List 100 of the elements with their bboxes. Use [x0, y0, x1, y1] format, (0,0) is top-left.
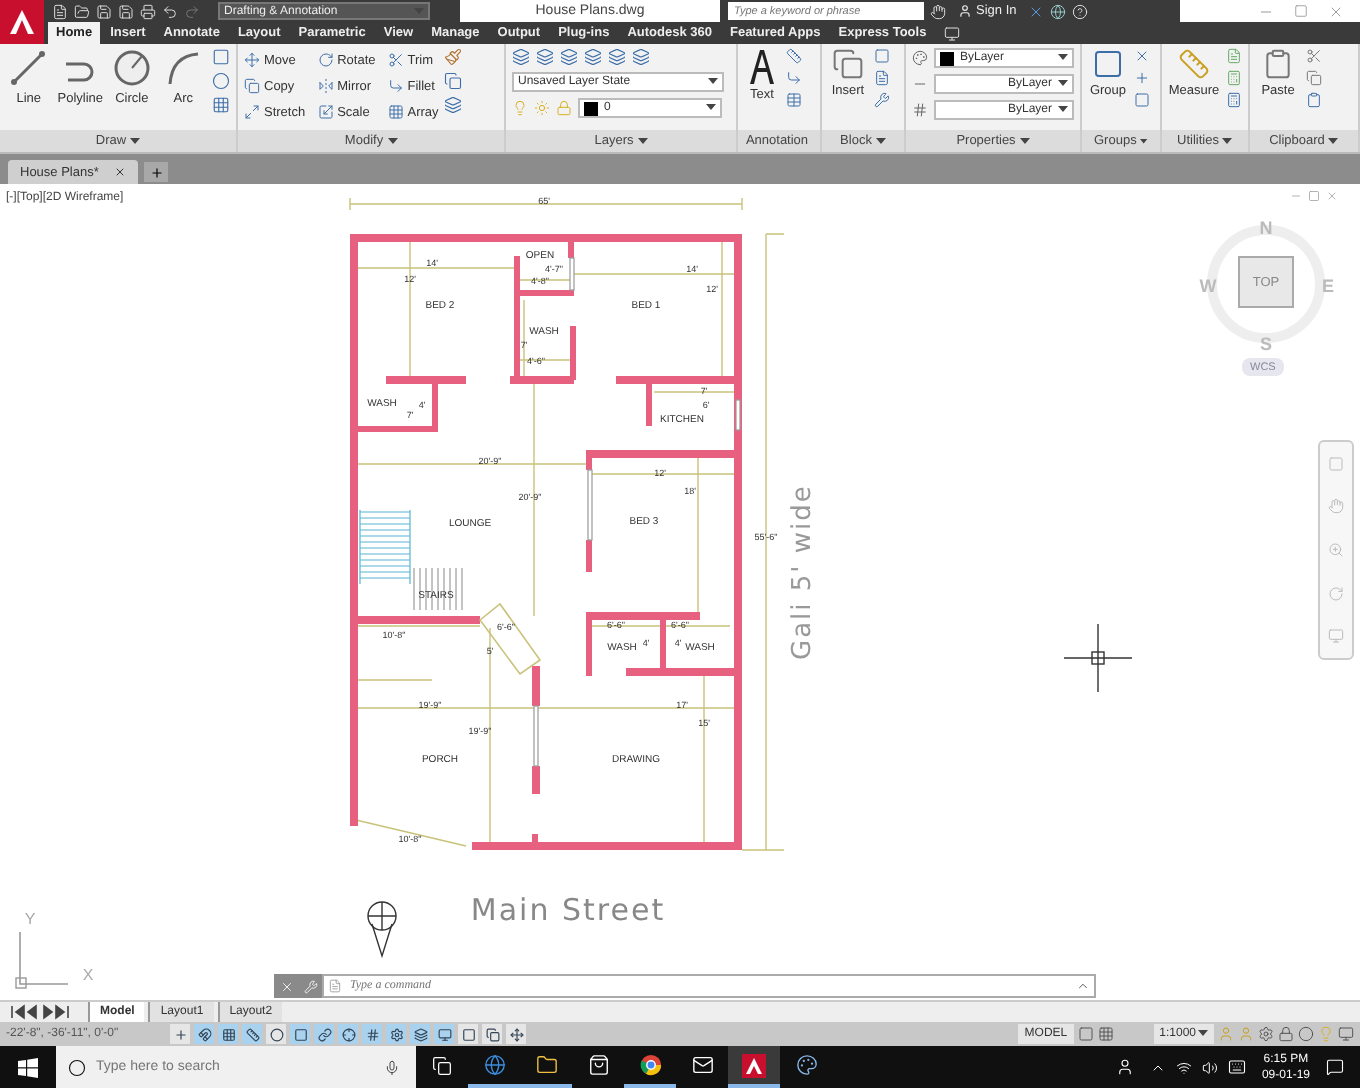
- zoom-icon: [1328, 541, 1344, 558]
- color-swatch: [940, 51, 954, 65]
- color-swatch: [584, 101, 598, 115]
- caret-icon: [1019, 137, 1030, 145]
- copy-icon: [444, 72, 463, 90]
- ring-browser-icon: [639, 1054, 661, 1076]
- axis-label: Y: [24, 910, 36, 928]
- caret-icon: [1328, 137, 1339, 145]
- user-icon: [958, 4, 972, 18]
- north-arrow-icon: [367, 901, 397, 959]
- layers-icon: [444, 96, 463, 114]
- ucs-axes-icon: [15, 931, 69, 989]
- rectangle-icon: [212, 48, 231, 66]
- plus-icon[interactable]: [170, 1024, 190, 1044]
- cut-icon: [1306, 48, 1322, 64]
- axis-label: X: [82, 966, 94, 984]
- people-icon: [1115, 1058, 1134, 1076]
- new-tab-button[interactable]: [144, 162, 169, 182]
- letter-a-icon: [748, 48, 776, 84]
- group-icon: [1092, 48, 1124, 80]
- brush-icon: [444, 48, 463, 66]
- search-circle-icon: [68, 1058, 86, 1076]
- orbit-icon: [1328, 585, 1344, 602]
- monitor-icon[interactable]: [434, 1024, 454, 1044]
- wrench-icon: [303, 979, 317, 993]
- bulb-icon: [512, 100, 528, 116]
- save-icon: [118, 3, 134, 19]
- caret-icon: [708, 78, 718, 86]
- save-icon: [96, 3, 112, 19]
- compass-label: E: [1322, 276, 1334, 296]
- lock-icon: [1278, 1026, 1294, 1042]
- magnet-icon[interactable]: [194, 1024, 214, 1044]
- move-icon[interactable]: [506, 1024, 526, 1044]
- caret-icon: [1058, 54, 1068, 62]
- network-icon: [1175, 1059, 1192, 1075]
- circle-icon[interactable]: [266, 1024, 286, 1044]
- stretch-icon: [244, 104, 260, 120]
- sun-icon: [534, 100, 550, 116]
- task-view-icon: [432, 1055, 452, 1075]
- hash-icon[interactable]: [362, 1024, 382, 1044]
- help-icon: [1072, 3, 1089, 19]
- cad-app-icon: [742, 1053, 766, 1077]
- bulb-icon: [1318, 1026, 1334, 1042]
- measure-icon: [1178, 48, 1210, 80]
- crosshair-icon[interactable]: [338, 1024, 358, 1044]
- caret-icon: [875, 137, 886, 145]
- gear-icon[interactable]: [386, 1024, 406, 1044]
- scissors-icon: [387, 52, 404, 68]
- dimension-icon: [786, 48, 802, 64]
- calculator-icon: [1226, 70, 1242, 86]
- mail-icon: [691, 1054, 713, 1076]
- compass-ring-icon: [1202, 220, 1330, 348]
- folder-icon: [535, 1054, 557, 1076]
- compass-label: N: [1259, 218, 1273, 238]
- square-icon[interactable]: [290, 1024, 310, 1044]
- arc-icon: [163, 48, 204, 88]
- grid-icon[interactable]: [218, 1024, 238, 1044]
- plus-icon: [149, 165, 164, 179]
- undo-icon: [162, 3, 178, 19]
- street-label: Main Street: [470, 892, 666, 928]
- printer-icon: [140, 3, 156, 19]
- grid-icon: [387, 104, 404, 120]
- rotate-icon: [317, 52, 334, 68]
- minimize-icon: [1290, 190, 1302, 202]
- calculator-icon: [1226, 92, 1242, 108]
- folder-icon: [74, 3, 90, 19]
- copy-icon: [1306, 70, 1322, 86]
- caret-icon: [130, 137, 141, 145]
- color-wheel-icon: [912, 50, 928, 66]
- table-icon: [786, 92, 802, 108]
- close-icon[interactable]: [114, 166, 127, 178]
- lock-icon: [556, 100, 572, 116]
- mirror-icon: [317, 78, 334, 94]
- notification-icon: [1326, 1058, 1344, 1076]
- ruler-icon[interactable]: [242, 1024, 262, 1044]
- shopping-bag-icon: [587, 1054, 609, 1076]
- layers-icon: [584, 48, 602, 66]
- layers-icon: [632, 48, 650, 66]
- new-file-icon: [52, 3, 68, 19]
- clipboard-icon: [1262, 48, 1294, 80]
- keyboard-icon: [1227, 1058, 1246, 1076]
- move-icon: [244, 52, 260, 68]
- compass-label: S: [1260, 334, 1272, 354]
- copy-icon[interactable]: [482, 1024, 502, 1044]
- speaker-icon: [1201, 1059, 1218, 1075]
- caret-icon: [1198, 1030, 1208, 1038]
- close-icon: [1326, 190, 1338, 202]
- caret-icon: [637, 137, 648, 145]
- caret-icon: [414, 7, 424, 15]
- scale-icon: [317, 104, 334, 120]
- layers-icon: [536, 48, 554, 66]
- layers-icon: [608, 48, 626, 66]
- line-icon: [8, 48, 49, 88]
- table-icon: [212, 96, 231, 114]
- link-icon[interactable]: [314, 1024, 334, 1044]
- layers-icon[interactable]: [410, 1024, 430, 1044]
- windows-logo-icon[interactable]: [18, 1057, 38, 1077]
- cad-app-button[interactable]: [728, 1046, 780, 1088]
- square-icon[interactable]: [458, 1024, 478, 1044]
- app-logo[interactable]: [0, 0, 44, 44]
